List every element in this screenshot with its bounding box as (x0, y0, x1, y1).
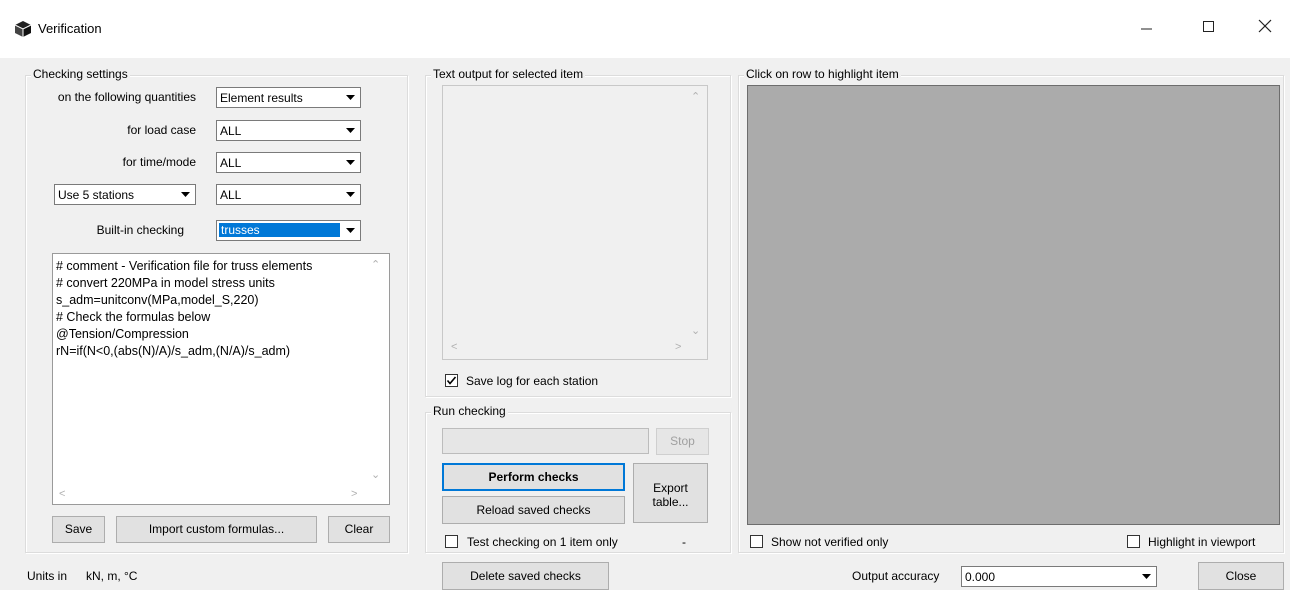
time-mode-select[interactable]: ALL (216, 152, 361, 173)
scroll-right-icon[interactable]: > (351, 488, 357, 500)
results-grid[interactable] (747, 85, 1280, 525)
clear-button[interactable]: Clear (328, 516, 390, 543)
scroll-down-icon[interactable]: ⌄ (691, 324, 700, 337)
results-label: Click on row to highlight item (744, 67, 901, 81)
quantities-select[interactable]: Element results (216, 87, 361, 108)
export-label-line2: table... (652, 495, 689, 509)
checkmark-icon (446, 376, 457, 385)
close-button[interactable]: Close (1198, 562, 1284, 590)
run-checking-label: Run checking (431, 404, 508, 418)
builtin-checking-label: Built-in checking (96, 223, 184, 237)
save-log-label: Save log for each station (466, 374, 599, 388)
chevron-down-icon (342, 222, 359, 239)
scroll-up-icon[interactable]: ⌃ (691, 90, 700, 103)
scroll-left-icon[interactable]: < (59, 488, 65, 500)
checking-settings-label: Checking settings (31, 67, 130, 81)
show-not-verified-label: Show not verified only (771, 535, 889, 549)
units-label: Units in (27, 569, 68, 583)
import-custom-formulas-button[interactable]: Import custom formulas... (116, 516, 317, 543)
maximize-button[interactable] (1186, 12, 1232, 46)
output-accuracy-label: Output accuracy (852, 569, 940, 583)
chevron-down-icon (342, 154, 359, 171)
text-output-box[interactable]: ⌃ ⌄ < > (442, 85, 708, 360)
scroll-down-icon[interactable]: ⌄ (371, 468, 380, 481)
highlight-in-viewport-checkbox[interactable] (1127, 535, 1140, 548)
title-bar: Verification (0, 0, 1290, 58)
window-title: Verification (38, 21, 102, 36)
test-checking-label: Test checking on 1 item only (467, 535, 618, 549)
minimize-icon (1141, 28, 1152, 30)
reload-saved-checks-button[interactable]: Reload saved checks (442, 496, 625, 524)
units-value: kN, m, °C (86, 569, 138, 583)
app-cube-icon (14, 20, 32, 38)
formula-line: s_adm=unitconv(MPa,model_S,220) (56, 293, 259, 307)
save-log-checkbox[interactable] (445, 374, 458, 387)
minimize-button[interactable] (1124, 12, 1170, 46)
close-icon (1258, 19, 1272, 33)
load-case-select[interactable]: ALL (216, 120, 361, 141)
formula-line: @Tension/Compression (56, 327, 189, 341)
formulas-editor[interactable]: # comment - Verification file for truss … (52, 253, 390, 505)
chevron-down-icon (342, 122, 359, 139)
scroll-left-icon[interactable]: < (451, 341, 457, 353)
close-window-button[interactable] (1242, 12, 1288, 46)
maximize-icon (1203, 21, 1214, 32)
stop-button[interactable]: Stop (656, 428, 709, 455)
test-checking-checkbox[interactable] (445, 535, 458, 548)
export-table-button[interactable]: Export table... (633, 463, 708, 523)
scroll-right-icon[interactable]: > (675, 341, 681, 353)
chevron-down-icon (342, 186, 359, 203)
time-mode-label: for time/mode (122, 155, 196, 169)
stations-filter-select[interactable]: ALL (216, 184, 361, 205)
chevron-down-icon (342, 89, 359, 106)
scroll-up-icon[interactable]: ⌃ (371, 258, 380, 271)
formula-line: # comment - Verification file for truss … (56, 259, 313, 273)
export-label-line1: Export (653, 481, 688, 495)
chevron-down-icon (177, 186, 194, 203)
formula-line: # convert 220MPa in model stress units (56, 276, 275, 290)
show-not-verified-checkbox[interactable] (750, 535, 763, 548)
chevron-down-icon (1138, 568, 1155, 585)
builtin-checking-select[interactable]: trusses (216, 220, 361, 241)
text-output-label: Text output for selected item (431, 67, 586, 81)
perform-checks-button[interactable]: Perform checks (442, 463, 625, 491)
output-accuracy-select[interactable]: 0.000 (961, 566, 1157, 587)
formula-line: # Check the formulas below (56, 310, 211, 324)
delete-saved-checks-button[interactable]: Delete saved checks (442, 562, 609, 590)
load-case-label: for load case (127, 123, 196, 137)
progress-bar (442, 428, 649, 454)
highlight-in-viewport-label: Highlight in viewport (1148, 535, 1256, 549)
stations-select[interactable]: Use 5 stations (54, 184, 196, 205)
save-button[interactable]: Save (52, 516, 105, 543)
status-dash: - (682, 535, 686, 549)
formula-line: rN=if(N<0,(abs(N)/A)/s_adm,(N/A)/s_adm) (56, 344, 291, 358)
quantities-label: on the following quantities (57, 90, 196, 104)
